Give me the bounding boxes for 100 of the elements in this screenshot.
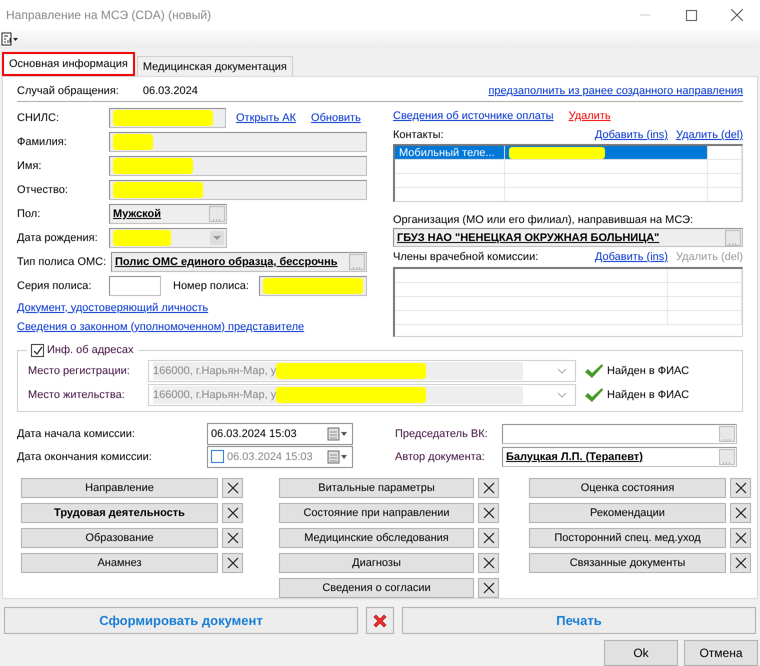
organization-label: Организация (МО или его филиал), направившая на МСЭ: [393,214,694,226]
organization-field[interactable]: ГБУЗ НАО "НЕНЕЦКАЯ ОКРУЖНАЯ БОЛЬНИЦА" [393,228,743,247]
fias-status: Найден в ФИАС [607,365,690,377]
remove-section-button[interactable] [478,478,499,498]
link[interactable]: Сведения о законном (уполномоченном) представителе [17,320,304,332]
remove-section-button[interactable] [478,578,499,598]
report-menu-button[interactable] [1,31,19,47]
remove-section-button[interactable] [222,503,243,523]
add-link[interactable]: Добавить (ins) [594,251,668,263]
field-label: Отчество: [17,184,69,196]
prefill-link[interactable]: предзаполнить из ранее созданного направления [488,85,743,97]
section-button[interactable]: Рекомендации [529,503,726,523]
name-field[interactable] [109,132,367,152]
section-button[interactable]: Диагнозы [279,553,474,573]
section-button[interactable]: Направление [21,478,218,498]
contacts-label: Контакты: [393,129,445,141]
field-label: Место жительства: [28,389,126,401]
caret-icon [557,368,567,374]
close-icon [734,507,746,519]
field-label: Тип полиса ОМС: [17,256,108,268]
close-icon [734,557,746,569]
address-group-label: Инф. об адресах [47,344,134,356]
calendar-icon[interactable] [327,426,349,440]
snils-field[interactable] [109,108,226,128]
field-label: Дата рождения: [17,232,99,244]
section-button[interactable]: Трудовая деятельность [21,503,218,523]
chairman-field[interactable] [502,424,737,444]
date-value: 06.03.2024 15:03 [227,450,313,462]
remove-section-button[interactable] [478,503,499,523]
author-field[interactable]: Балуцкая Л.П. (Терапевт) [502,446,737,466]
address-value: 166000, г.Нарьян-Мар, у [153,389,276,401]
gender-field[interactable]: Мужской [109,204,227,224]
remove-section-button[interactable] [222,528,243,548]
section-button[interactable]: Медицинские обследования [279,528,474,548]
field-label: Пол: [17,208,42,220]
policy-type-field[interactable]: Полис ОМС единого образца, бессрочнь [111,252,367,272]
delete-link[interactable]: Удалить [568,110,611,122]
tab[interactable]: Основная информация [2,52,135,76]
field-label: Автор документа: [395,450,486,462]
link[interactable]: Документ, удостоверяющий личность [17,302,208,314]
dialog-button[interactable]: Ok [604,640,678,666]
checkbox[interactable] [31,344,44,356]
policy-number-field[interactable] [259,276,367,296]
policy-series-field[interactable] [109,276,161,296]
close-icon [482,557,494,569]
delete-icon [372,612,388,628]
name-field[interactable] [109,180,367,200]
birth-date-field[interactable] [109,228,227,248]
field-label: Серия полиса: [17,280,92,292]
payment-link[interactable]: Сведения об источнике оплаты [393,110,554,122]
delete-document-button[interactable] [366,607,394,634]
remove-section-button[interactable] [730,528,751,548]
name-field[interactable] [109,156,367,176]
date-time-picker[interactable]: 06.03.2024 15:03 [207,446,353,468]
close-icon [734,482,746,494]
check-icon [584,363,604,379]
section-button[interactable]: Состояние при направлении [279,503,474,523]
window-title: Направление на МСЭ (CDA) (новый) [6,8,212,22]
remove-section-button[interactable] [478,528,499,548]
date-time-picker[interactable]: 06.03.2024 15:03 [207,422,353,444]
section-button[interactable]: Образование [21,528,218,548]
remove-section-button[interactable] [730,478,751,498]
close-icon [482,582,494,594]
remove-section-button[interactable] [478,553,499,573]
calendar-icon[interactable] [327,450,349,464]
case-label: Случай обращения: [17,85,119,97]
section-button[interactable]: Анамнез [21,553,218,573]
close-icon [226,557,238,569]
print-button[interactable]: Печать [402,607,756,634]
dialog-button[interactable]: Отмена [684,640,758,666]
report-icon [1,32,19,46]
contact-value-cell[interactable] [505,146,708,160]
generate-document-button[interactable]: Сформировать документ [4,607,358,634]
add-link[interactable]: Добавить (ins) [594,129,668,141]
link[interactable]: Открыть АК [236,112,296,124]
ellipsis-icon [723,460,731,464]
tab[interactable]: Медицинская документация [136,56,293,76]
case-date: 06.03.2024 [142,85,198,97]
remove-link[interactable]: Удалить (del) [676,129,743,141]
field-label: Фамилия: [17,136,68,148]
section-button[interactable]: Оценка состояния [529,478,726,498]
section-button[interactable]: Связанные документы [529,553,726,573]
close-icon [226,532,238,544]
close-icon [482,482,494,494]
commission-label: Члены врачебной комиссии: [393,251,540,263]
remove-section-button[interactable] [222,478,243,498]
checkbox[interactable] [211,450,224,463]
field-label: Председатель ВК: [395,428,489,440]
section-button[interactable]: Посторонний спец. мед.уход [529,528,726,548]
field-label: Дата начала комиссии: [17,428,136,440]
contact-type-cell[interactable]: Мобильный теле... [395,146,505,160]
close-icon [226,507,238,519]
field-label: Место регистрации: [28,365,131,377]
table-cell [708,160,742,174]
link[interactable]: Обновить [311,112,361,124]
section-button[interactable]: Сведения о согласии [279,578,474,598]
remove-section-button[interactable] [730,503,751,523]
remove-section-button[interactable] [730,553,751,573]
section-button[interactable]: Витальные параметры [279,478,474,498]
remove-section-button[interactable] [222,553,243,573]
